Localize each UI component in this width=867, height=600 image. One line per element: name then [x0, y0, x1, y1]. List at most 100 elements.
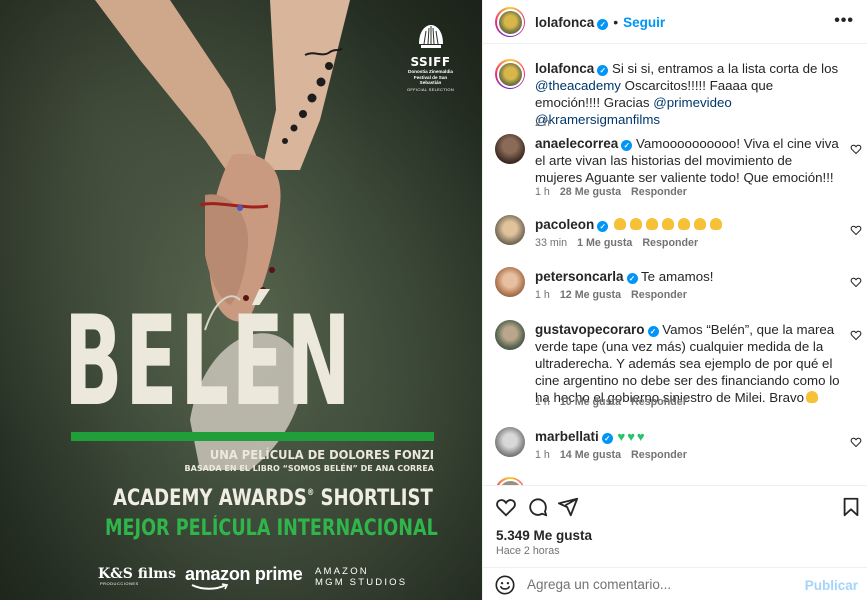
share-send-icon[interactable] [557, 496, 579, 518]
comment-username[interactable]: pacoleon [535, 217, 594, 232]
comment-row: pacoleon ✓ 33 min 1 Me gusta Responder [483, 213, 867, 255]
comment-time: 1 h [535, 449, 550, 461]
film-title: BELÉN [64, 290, 354, 434]
reply-button[interactable]: Responder [631, 289, 687, 301]
more-options-icon[interactable]: ••• [834, 12, 854, 30]
reply-button[interactable]: Responder [631, 186, 687, 198]
author-avatar[interactable] [496, 8, 524, 36]
comment-text: marbellati ✓ ♥ ♥ ♥ [535, 428, 840, 445]
comment-avatar[interactable] [495, 320, 525, 350]
save-bookmark-icon[interactable] [840, 496, 862, 518]
reply-button[interactable]: Responder [631, 396, 687, 408]
title-underline [71, 432, 434, 441]
comment-username[interactable]: gustavopecoraro [535, 322, 645, 337]
comment-avatar[interactable] [495, 215, 525, 245]
mention-primevideo[interactable]: @primevideo [653, 95, 732, 110]
emoji-smiley-icon[interactable] [494, 574, 516, 596]
author-avatar-ring[interactable] [495, 7, 525, 37]
comment-row: petersoncarla ✓ Te amamos! 1 h 12 Me gusta… [483, 265, 867, 307]
comment-row: anaelecorrea ✓ Vamoooooooooo! Viva el cin… [483, 132, 867, 200]
follow-button[interactable]: Seguir [623, 15, 665, 30]
shortlist-title: ACADEMY AWARDS® SHORTLIST [113, 486, 433, 511]
comments-list[interactable]: lolafonca ✓ Si si si, entramos a la lista… [483, 45, 867, 485]
like-comment-heart-icon[interactable] [850, 276, 862, 288]
post-timestamp[interactable]: Hace 2 horas [496, 545, 560, 557]
green-heart-icon: ♥ [617, 429, 626, 444]
post-image[interactable]: SSIFF Donostia Zinemaldia Festival de Sa… [0, 0, 482, 600]
clapping-hands-icon [645, 218, 658, 230]
comment-time: 1 h [535, 289, 550, 301]
reply-button[interactable]: Responder [642, 237, 698, 249]
comment-avatar[interactable] [495, 427, 525, 457]
reply-button[interactable]: Responder [631, 449, 687, 461]
clapping-hands-emojis [612, 217, 724, 232]
director-credit: UNA PELÍCULA DE DOLORES FONZI [209, 447, 434, 462]
green-heart-emojis: ♥ ♥ ♥ [616, 429, 645, 444]
comment-avatar[interactable] [495, 134, 525, 164]
comment-input[interactable] [527, 572, 807, 596]
like-comment-heart-icon[interactable] [850, 224, 862, 236]
comment-row: marbellati ✓ ♥ ♥ ♥ 1 h 14 Me gusta Responder [483, 425, 867, 467]
caption-text: lolafonca ✓ Si si si, entramos a la lista… [535, 60, 840, 128]
comment-username[interactable]: marbellati [535, 429, 599, 444]
caption-avatar[interactable] [496, 60, 524, 88]
comment-likes[interactable]: 1 Me gusta [577, 237, 632, 249]
comment-avatar-partial[interactable] [495, 477, 525, 485]
mention-kramersigmanfilms[interactable]: @kramersigmanfilms [535, 112, 660, 127]
comment-likes[interactable]: 12 Me gusta [560, 289, 621, 301]
comment-body: Te amamos! [641, 269, 714, 284]
comment-bubble-icon[interactable] [527, 496, 549, 518]
comment-username[interactable]: petersoncarla [535, 269, 624, 284]
caption: lolafonca ✓ Si si si, entramos a la lista… [483, 57, 867, 129]
clapping-hands-icon [629, 218, 642, 230]
publish-button[interactable]: Publicar [805, 578, 858, 593]
mention-theacademy[interactable]: @theacademy [535, 78, 621, 93]
amazon-prime-logo: amazon prime [185, 564, 303, 584]
festival-name: Donostia Zinemaldia Festival de San Seba… [408, 69, 453, 85]
separator-dot: • [613, 14, 619, 30]
shortlist-suffix: SHORTLIST [314, 486, 433, 511]
comment-likes[interactable]: 28 Me gusta [560, 186, 621, 198]
post-header: lolafonca ✓ • Seguir ••• [483, 0, 867, 44]
comment-text: anaelecorrea ✓ Vamoooooooooo! Viva el cin… [535, 135, 840, 186]
like-comment-heart-icon[interactable] [850, 329, 862, 341]
comment-likes[interactable]: 14 Me gusta [560, 449, 621, 461]
comment-text: gustavopecoraro ✓ Vamos “Belén”, que la m… [535, 321, 840, 406]
verified-icon: ✓ [626, 273, 638, 284]
amazon-smile-icon [191, 583, 229, 590]
caption-time: 2 h [535, 117, 550, 129]
comment-text: pacoleon ✓ [535, 216, 840, 233]
shortlist-text: ACADEMY AWARDS [113, 486, 307, 511]
comment-username[interactable]: anaelecorrea [535, 136, 618, 151]
like-comment-heart-icon[interactable] [850, 436, 862, 448]
based-on-credit: BASADA EN EL LIBRO “SOMOS BELÉN” DE ANA … [184, 464, 434, 473]
comment-row: gustavopecoraro ✓ Vamos “Belén”, que la m… [483, 318, 867, 413]
clapping-hands-icon [806, 391, 819, 403]
author-line: lolafonca ✓ • Seguir [535, 14, 665, 30]
green-heart-icon: ♥ [627, 429, 635, 444]
comment-likes[interactable]: 10 Me gusta [560, 396, 621, 408]
comment-meta: 1 h 14 Me gusta Responder [535, 449, 687, 461]
like-comment-heart-icon[interactable] [850, 143, 862, 155]
post-like-count[interactable]: 5.349 Me gusta [496, 528, 592, 543]
mgm-line-1: AMAZON [315, 566, 369, 577]
shell-icon [418, 25, 443, 48]
clapping-hands-icon [661, 218, 674, 230]
post-side-panel: lolafonca ✓ • Seguir ••• lolafonca ✓ Si si s… [482, 0, 867, 600]
ks-films-logo-sub: PRODUCCIONES [100, 581, 139, 586]
comment-avatar[interactable] [495, 267, 525, 297]
clapping-hands-icon [709, 218, 722, 230]
caption-username[interactable]: lolafonca [535, 61, 594, 76]
author-username[interactable]: lolafonca [535, 15, 594, 30]
clapping-hands-icon [693, 218, 706, 230]
caption-avatar-ring[interactable] [495, 59, 525, 89]
clapping-hands-icon [613, 218, 626, 230]
comment-composer: Publicar [483, 567, 867, 600]
like-heart-icon[interactable] [495, 496, 517, 518]
comment-meta: 1 h 10 Me gusta Responder [535, 396, 687, 408]
verified-icon: ✓ [601, 433, 613, 444]
clapping-hands-icon [677, 218, 690, 230]
comment-time: 1 h [535, 186, 550, 198]
comment-text: petersoncarla ✓ Te amamos! [535, 268, 840, 285]
comment-meta: 33 min 1 Me gusta Responder [535, 237, 698, 249]
